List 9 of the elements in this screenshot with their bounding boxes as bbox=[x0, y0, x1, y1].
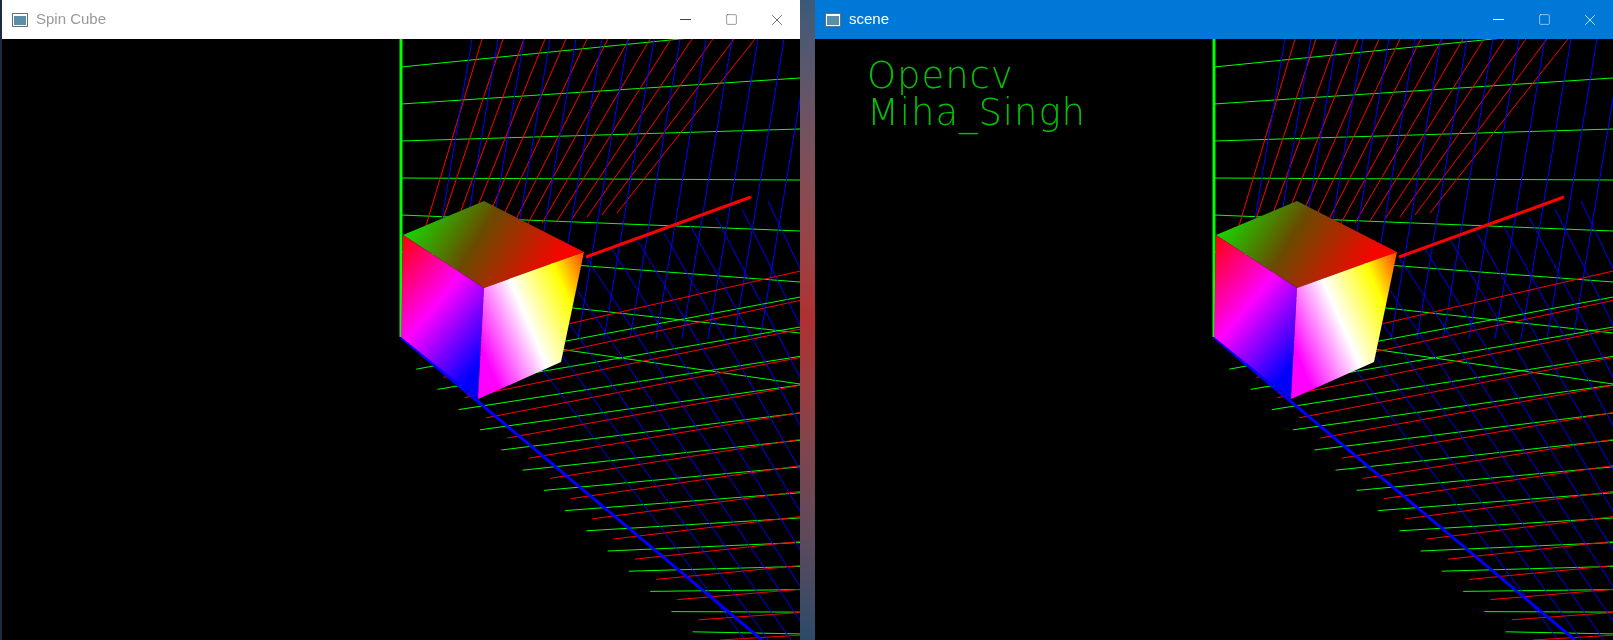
window-title: scene bbox=[849, 9, 890, 30]
window-title: Spin Cube bbox=[36, 9, 107, 30]
overlay-text: Opencv bbox=[867, 57, 1014, 94]
window-icon bbox=[12, 12, 28, 27]
maximize-icon bbox=[724, 13, 738, 26]
window-icon bbox=[825, 12, 841, 27]
maximize-icon bbox=[1537, 13, 1551, 26]
minimize-icon bbox=[679, 19, 691, 20]
minimize-icon bbox=[1492, 19, 1504, 20]
